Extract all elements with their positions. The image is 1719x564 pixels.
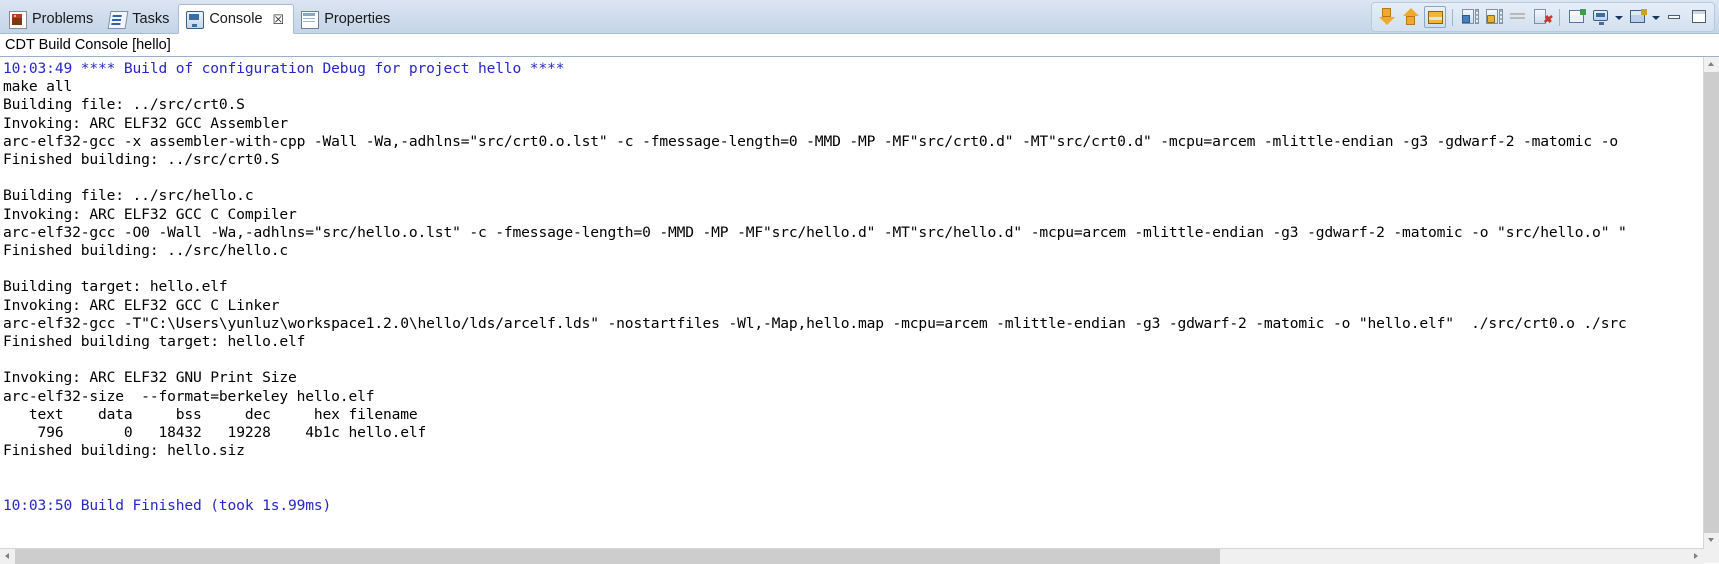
console-line: arc-elf32-gcc -x assembler-with-cpp -Wal… bbox=[3, 132, 1618, 150]
tab-console[interactable]: Console ☒ bbox=[178, 4, 295, 34]
properties-icon bbox=[301, 10, 320, 29]
clear-console-icon[interactable]: ✖ bbox=[1531, 6, 1553, 28]
console-line: Invoking: ARC ELF32 GCC Assembler bbox=[3, 114, 288, 132]
scroll-down-arrow[interactable] bbox=[1704, 533, 1719, 548]
console-line: Building file: ../src/hello.c bbox=[3, 187, 254, 205]
console-line: arc-elf32-size --format=berkeley hello.e… bbox=[3, 387, 375, 405]
console-line: Finished building: ../src/hello.c bbox=[3, 242, 288, 260]
horizontal-scroll-thumb[interactable] bbox=[15, 549, 1221, 564]
toolbar-separator-1 bbox=[1452, 8, 1453, 26]
new-console-view-icon[interactable] bbox=[1566, 6, 1588, 28]
console-line: 10:03:50 Build Finished (took 1s.99ms) bbox=[3, 496, 332, 514]
console-output[interactable]: 10:03:49 **** Build of configuration Deb… bbox=[0, 57, 1703, 548]
tab-problems-label: Problems bbox=[32, 11, 94, 28]
console-toolbar: ✖ bbox=[1371, 2, 1715, 32]
console-area: 10:03:49 **** Build of configuration Deb… bbox=[0, 57, 1719, 548]
console-line: arc-elf32-gcc -T"C:\Users\yunluz\workspa… bbox=[3, 314, 1627, 332]
view-tab-bar: Problems Tasks Console ☒ Properties ✖ bbox=[0, 0, 1719, 34]
console-line: make all bbox=[3, 78, 73, 96]
pin-console-icon[interactable] bbox=[1483, 6, 1505, 28]
console-line: 796 0 18432 19228 4b1c hello.elf bbox=[3, 424, 427, 442]
horizontal-scrollbar[interactable] bbox=[0, 548, 1704, 564]
tab-console-label: Console bbox=[209, 10, 263, 27]
scroll-up-arrow[interactable] bbox=[1704, 57, 1719, 72]
horizontal-scroll-track[interactable] bbox=[15, 549, 1689, 564]
vertical-scroll-thumb[interactable] bbox=[1704, 72, 1719, 533]
console-line: Building target: hello.elf bbox=[3, 278, 228, 296]
scroll-up-icon[interactable] bbox=[1400, 6, 1422, 28]
vertical-scrollbar[interactable] bbox=[1703, 57, 1719, 548]
problems-icon bbox=[9, 10, 27, 29]
save-console-icon[interactable] bbox=[1459, 6, 1481, 28]
display-console-icon[interactable] bbox=[1590, 6, 1612, 28]
scroll-lock-icon[interactable] bbox=[1424, 6, 1446, 28]
console-line: 10:03:49 **** Build of configuration Deb… bbox=[3, 60, 565, 77]
console-line: text data bss dec hex filename bbox=[3, 405, 418, 423]
console-line: Invoking: ARC ELF32 GCC C Compiler bbox=[3, 205, 297, 223]
scroll-left-arrow[interactable] bbox=[0, 549, 15, 564]
tab-list: Problems Tasks Console ☒ Properties bbox=[0, 0, 399, 34]
tab-properties-label: Properties bbox=[324, 11, 391, 28]
scrollbar-corner bbox=[1704, 548, 1719, 563]
scroll-right-arrow[interactable] bbox=[1689, 549, 1704, 564]
console-line: arc-elf32-gcc -O0 -Wall -Wa,-adhlns="src… bbox=[3, 223, 1627, 241]
console-line: Finished building: ../src/crt0.S bbox=[3, 151, 280, 169]
eclipse-console-view: Problems Tasks Console ☒ Properties ✖ CD… bbox=[0, 0, 1719, 564]
open-console-dropdown-icon[interactable] bbox=[1651, 7, 1662, 27]
open-console-icon[interactable] bbox=[1627, 6, 1649, 28]
console-line: Finished building: hello.siz bbox=[3, 442, 245, 460]
tasks-icon bbox=[107, 10, 129, 29]
vertical-scroll-track[interactable] bbox=[1704, 72, 1719, 533]
console-bottom-row bbox=[0, 548, 1719, 564]
minimize-icon[interactable] bbox=[1664, 6, 1686, 28]
close-icon[interactable]: ☒ bbox=[273, 13, 285, 26]
console-line: Finished building target: hello.elf bbox=[3, 333, 306, 351]
console-icon bbox=[186, 10, 205, 29]
console-line: Invoking: ARC ELF32 GCC C Linker bbox=[3, 296, 280, 314]
console-title: CDT Build Console [hello] bbox=[0, 34, 1719, 57]
console-line: Building file: ../src/crt0.S bbox=[3, 96, 245, 114]
tab-tasks[interactable]: Tasks bbox=[102, 6, 178, 33]
tab-tasks-label: Tasks bbox=[132, 11, 170, 28]
console-line: Invoking: ARC ELF32 GNU Print Size bbox=[3, 369, 297, 387]
toolbar-separator-2 bbox=[1559, 8, 1560, 26]
tab-problems[interactable]: Problems bbox=[2, 6, 102, 33]
clear-output-icon bbox=[1507, 6, 1529, 28]
maximize-icon[interactable] bbox=[1688, 6, 1710, 28]
display-console-dropdown-icon[interactable] bbox=[1614, 7, 1625, 27]
scroll-down-icon[interactable] bbox=[1376, 6, 1398, 28]
tab-properties[interactable]: Properties bbox=[294, 6, 399, 33]
